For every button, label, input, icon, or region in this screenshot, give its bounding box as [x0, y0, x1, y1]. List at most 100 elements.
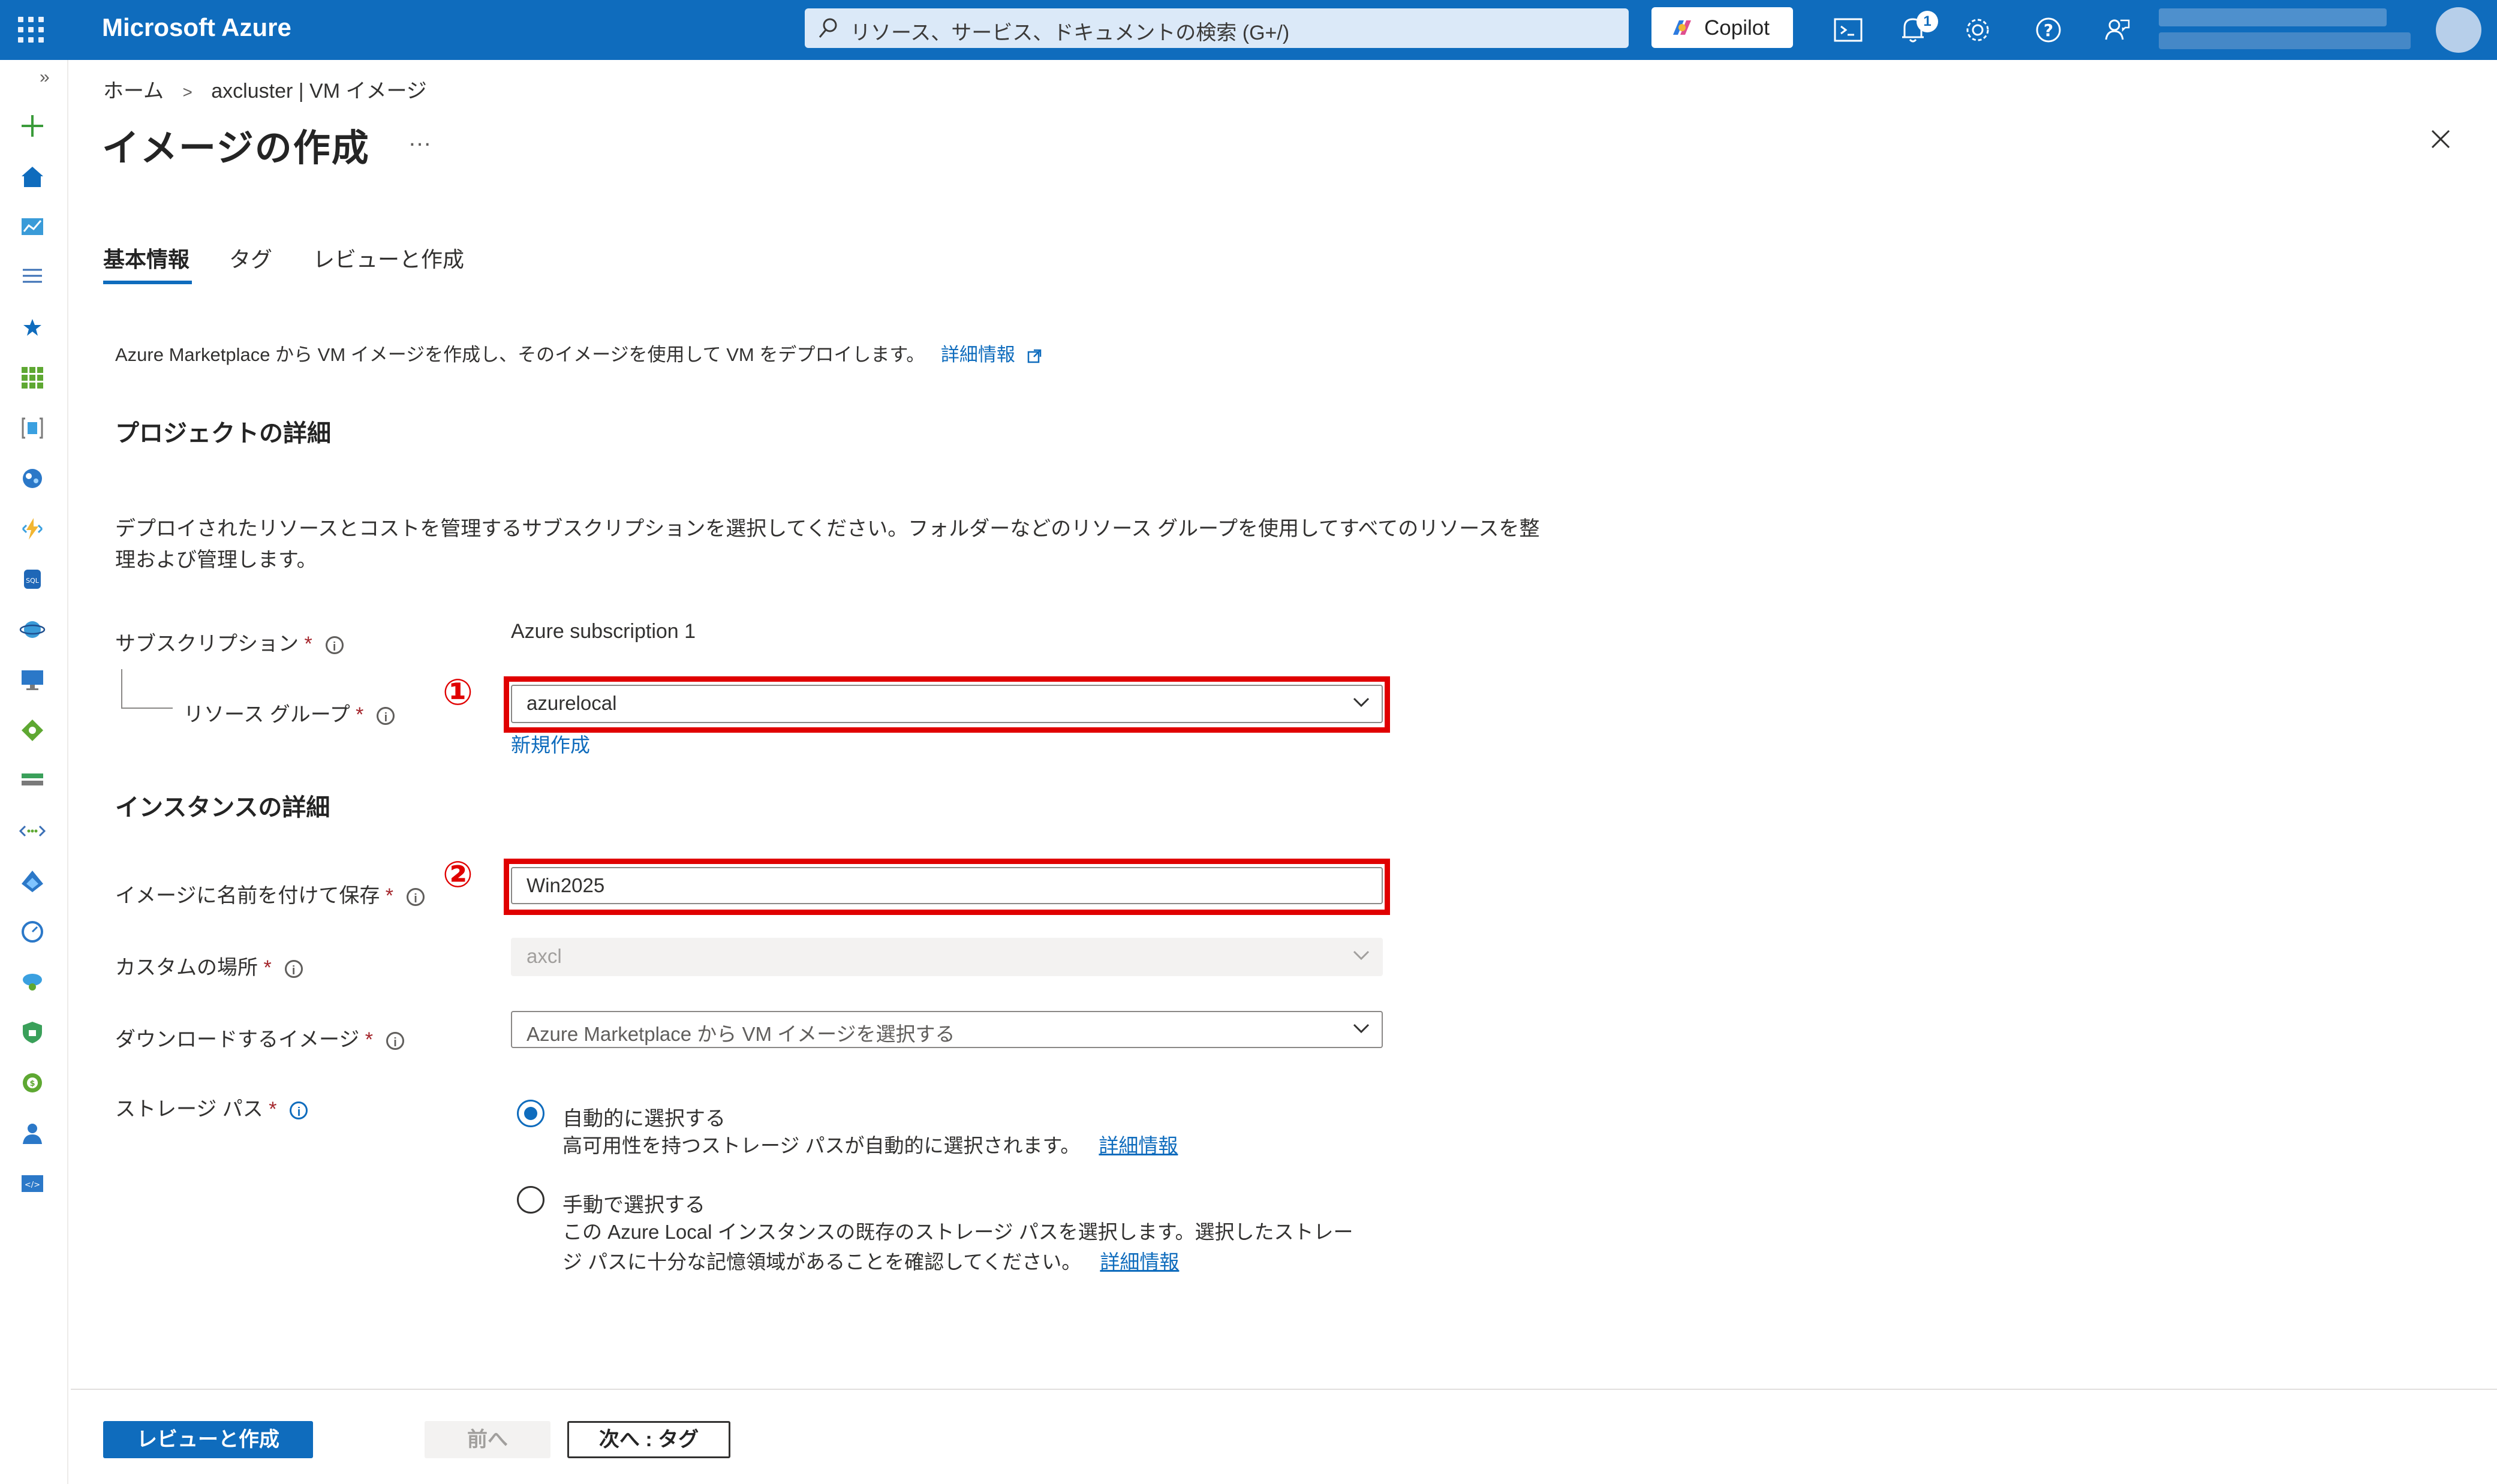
help-support-icon[interactable]: [17, 1118, 48, 1149]
download-image-info-icon[interactable]: i: [386, 1032, 405, 1050]
settings-icon[interactable]: [1960, 12, 1996, 48]
resource-group-label: リソース グループ * i: [183, 698, 395, 727]
storage-auto-title: 自動的に選択する: [562, 1107, 726, 1130]
storage-manual-title: 手動で選択する: [562, 1194, 705, 1217]
home-icon[interactable]: [17, 161, 48, 192]
entra-id-icon[interactable]: [17, 866, 48, 897]
virtual-machines-icon[interactable]: [17, 664, 48, 696]
project-details-heading: プロジェクトの詳細: [115, 420, 331, 447]
notifications-button[interactable]: 1: [1896, 10, 1939, 50]
feedback-icon[interactable]: [2099, 12, 2135, 48]
subscription-value: Azure subscription 1: [511, 620, 696, 643]
instance-details-heading: インスタンスの詳細: [115, 794, 330, 821]
virtual-networks-icon[interactable]: [17, 815, 48, 847]
favorites-star-icon[interactable]: [17, 312, 48, 343]
tab-review-create[interactable]: レビューと作成: [313, 242, 464, 273]
custom-location-dropdown: axcl: [511, 938, 1383, 976]
all-resources-icon[interactable]: [17, 362, 48, 393]
download-image-label: ダウンロードするイメージ * i: [115, 1023, 405, 1052]
svg-text:</>: </>: [25, 1181, 40, 1190]
all-services-icon[interactable]: [17, 261, 48, 293]
active-tab-indicator: [103, 281, 192, 284]
breadcrumb-separator: >: [182, 83, 192, 101]
page-title: イメージの作成: [102, 128, 370, 169]
search-box[interactable]: リソース、サービス、ドキュメントの検索 (G+/): [805, 8, 1629, 48]
sql-database-icon[interactable]: SQL: [17, 564, 48, 595]
load-balancer-icon[interactable]: [17, 715, 48, 746]
left-rail: » SQL $ </>: [0, 60, 68, 1484]
intro-learn-more-link[interactable]: 詳細情報: [941, 344, 1015, 365]
breadcrumb-home[interactable]: ホーム: [103, 74, 164, 104]
cost-management-icon[interactable]: $: [17, 1067, 48, 1098]
custom-location-info-icon[interactable]: i: [284, 960, 303, 979]
expand-menu-icon[interactable]: »: [40, 67, 50, 88]
cloud-shell-icon[interactable]: [1830, 12, 1866, 48]
notification-badge: 1: [1917, 11, 1938, 32]
storage-manual-learn-more-link[interactable]: 詳細情報: [1100, 1251, 1179, 1273]
more-options-button[interactable]: …: [408, 125, 432, 152]
devops-icon[interactable]: </>: [17, 1168, 48, 1199]
previous-button[interactable]: 前へ: [425, 1421, 550, 1458]
copilot-icon: [1673, 20, 1691, 35]
top-bar: Microsoft Azure リソース、サービス、ドキュメントの検索 (G+/…: [0, 0, 2497, 60]
download-image-value: Azure Marketplace から VM イメージを選択する: [527, 1023, 955, 1045]
image-name-label: イメージに名前を付けて保存 * i: [115, 879, 425, 908]
svg-text:?: ?: [2044, 20, 2053, 40]
annotation-marker-1: ①: [443, 672, 473, 712]
copilot-button[interactable]: Copilot: [1651, 7, 1793, 48]
custom-location-value: axcl: [527, 945, 562, 967]
resource-groups-icon[interactable]: [17, 413, 48, 444]
cosmos-db-icon[interactable]: [17, 614, 48, 645]
footer-divider: [71, 1389, 2497, 1390]
download-image-dropdown[interactable]: Azure Marketplace から VM イメージを選択する: [511, 1011, 1383, 1048]
create-resource-icon[interactable]: [17, 110, 48, 142]
chevron-down-icon: [1353, 950, 1370, 961]
tab-basics[interactable]: 基本情報: [103, 242, 189, 273]
monitor-icon[interactable]: [17, 916, 48, 947]
chevron-down-icon: [1353, 1024, 1370, 1034]
svg-text:$: $: [29, 1079, 35, 1088]
brand-title[interactable]: Microsoft Azure: [102, 13, 291, 42]
advisor-icon[interactable]: [17, 967, 48, 998]
breadcrumb: ホーム > axcluster | VM イメージ: [103, 74, 427, 104]
avatar[interactable]: [2436, 7, 2481, 53]
highlight-box-2: [504, 859, 1390, 915]
account-area[interactable]: [2159, 5, 2495, 55]
close-icon[interactable]: [2430, 128, 2451, 150]
storage-accounts-icon[interactable]: [17, 765, 48, 796]
breadcrumb-parent[interactable]: axcluster | VM イメージ: [211, 74, 427, 104]
tree-connector: [121, 669, 173, 709]
review-create-button[interactable]: レビューと作成: [103, 1421, 313, 1458]
storage-auto-radio[interactable]: [517, 1100, 544, 1127]
waffle-menu-icon[interactable]: [18, 17, 44, 43]
storage-auto-desc: 高可用性を持つストレージ パスが自動的に選択されます。 詳細情報: [562, 1134, 1178, 1157]
security-center-icon[interactable]: [17, 1017, 48, 1048]
copilot-label: Copilot: [1704, 16, 1770, 40]
function-app-icon[interactable]: [17, 513, 48, 544]
storage-auto-learn-more-link[interactable]: 詳細情報: [1099, 1134, 1178, 1157]
subscription-info-icon[interactable]: i: [325, 636, 344, 655]
subscription-label: サブスクリプション * i: [115, 627, 344, 657]
external-link-icon: [1027, 349, 1041, 363]
highlight-box-1: [504, 676, 1390, 733]
storage-manual-radio[interactable]: [517, 1186, 544, 1214]
dashboard-icon[interactable]: [17, 211, 48, 242]
intro-text: Azure Marketplace から VM イメージを作成し、そのイメージを…: [115, 339, 1042, 366]
create-new-link[interactable]: 新規作成: [511, 729, 590, 758]
search-icon: [819, 18, 837, 38]
image-name-info-icon[interactable]: i: [407, 888, 425, 907]
resource-group-info-icon[interactable]: i: [377, 707, 395, 726]
custom-location-label: カスタムの場所 * i: [115, 951, 303, 980]
help-icon[interactable]: ?: [2030, 12, 2066, 48]
intro-description: Azure Marketplace から VM イメージを作成し、そのイメージを…: [115, 344, 925, 365]
annotation-marker-2: ②: [443, 854, 473, 895]
storage-path-label: ストレージ パス * i: [115, 1092, 308, 1122]
svg-text:SQL: SQL: [26, 577, 40, 585]
project-description: デプロイされたリソースとコストを管理するサブスクリプションを選択してください。フ…: [115, 517, 1540, 571]
tab-tags[interactable]: タグ: [229, 242, 272, 273]
storage-manual-desc: この Azure Local インスタンスの既存のストレージ パスを選択します。…: [562, 1221, 1353, 1273]
app-services-icon[interactable]: [17, 463, 48, 494]
storage-path-info-icon[interactable]: i: [290, 1101, 308, 1120]
next-tags-button[interactable]: 次へ : タグ: [567, 1421, 730, 1458]
search-placeholder: リソース、サービス、ドキュメントの検索 (G+/): [850, 22, 1290, 44]
